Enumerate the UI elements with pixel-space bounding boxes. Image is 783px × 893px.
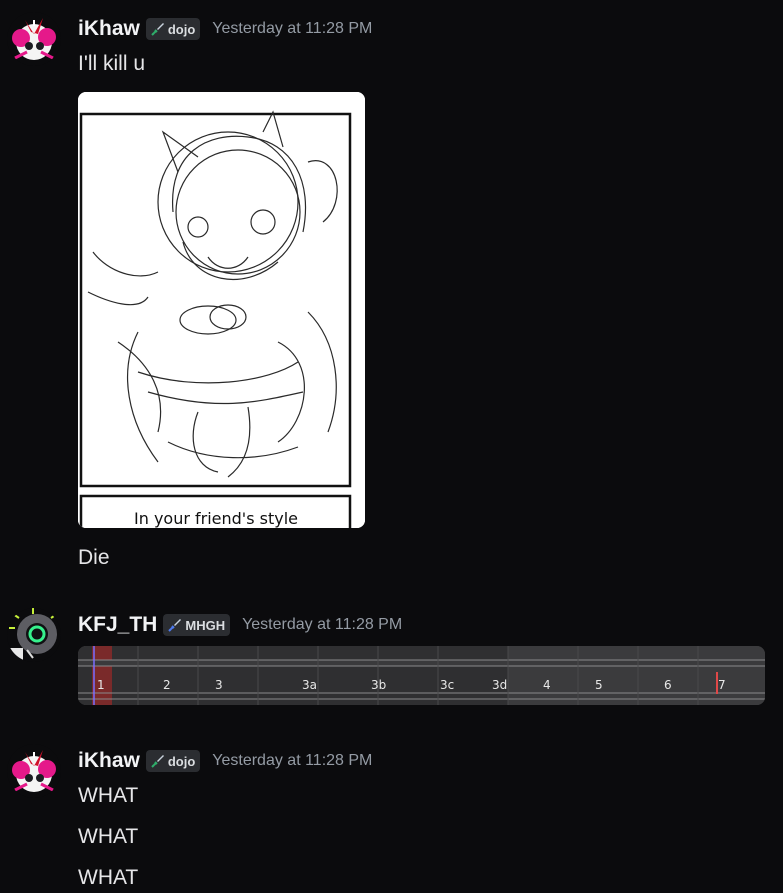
guild-tag[interactable]: dojo bbox=[145, 18, 201, 40]
sword-icon bbox=[168, 619, 182, 632]
username[interactable]: iKhaw bbox=[78, 749, 140, 773]
message-text: Die bbox=[78, 546, 110, 569]
guild-tag-label: MHGH bbox=[185, 617, 226, 633]
guild-tag[interactable]: MHGH bbox=[163, 614, 231, 636]
timeline-label: 3 bbox=[215, 678, 223, 692]
username[interactable]: KFJ_TH bbox=[78, 613, 157, 637]
user-avatar[interactable] bbox=[7, 12, 61, 66]
username[interactable]: iKhaw bbox=[78, 17, 140, 41]
user-avatar[interactable] bbox=[7, 744, 61, 798]
message-timestamp[interactable]: Yesterday at 11:28 PM bbox=[212, 20, 372, 38]
message-text: WHAT bbox=[78, 866, 139, 889]
timeline-label: 4 bbox=[543, 678, 551, 692]
sword-icon bbox=[151, 23, 164, 36]
message-header: iKhaw dojo Yesterday at 11:28 PM bbox=[78, 17, 372, 41]
guild-tag[interactable]: dojo bbox=[145, 750, 201, 772]
guild-tag-label: dojo bbox=[167, 753, 196, 769]
timeline-label: 3a bbox=[302, 678, 317, 692]
timeline-label: 1 bbox=[97, 678, 105, 692]
timeline-strip bbox=[78, 646, 765, 705]
image-attachment[interactable]: In your friend's style bbox=[78, 92, 365, 528]
sketch-image: In your friend's style bbox=[78, 92, 365, 528]
timeline-image-attachment[interactable]: 1 2 3 3a 3b 3c 3d 4 5 6 7 bbox=[78, 646, 765, 705]
message-text: WHAT bbox=[78, 825, 139, 848]
timeline-label: 3d bbox=[492, 678, 508, 692]
timeline-label: 3c bbox=[440, 678, 455, 692]
message-header: iKhaw dojo Yesterday at 11:28 PM bbox=[78, 749, 372, 773]
message-header: KFJ_TH MHGH Yesterday at 11:28 PM bbox=[78, 613, 402, 637]
timeline-label: 3b bbox=[371, 678, 387, 692]
message-text: WHAT bbox=[78, 784, 139, 807]
message-text: I'll kill u bbox=[78, 52, 146, 75]
sword-icon bbox=[151, 755, 164, 768]
guild-tag-label: dojo bbox=[167, 21, 196, 37]
timeline-label: 6 bbox=[664, 678, 672, 692]
timeline-label: 2 bbox=[163, 678, 171, 692]
timeline-label: 7 bbox=[718, 678, 726, 692]
message-timestamp[interactable]: Yesterday at 11:28 PM bbox=[242, 616, 402, 634]
timeline-label: 5 bbox=[595, 678, 603, 692]
attachment-caption: In your friend's style bbox=[134, 509, 298, 528]
user-avatar[interactable] bbox=[7, 608, 61, 662]
message-timestamp[interactable]: Yesterday at 11:28 PM bbox=[212, 752, 372, 770]
